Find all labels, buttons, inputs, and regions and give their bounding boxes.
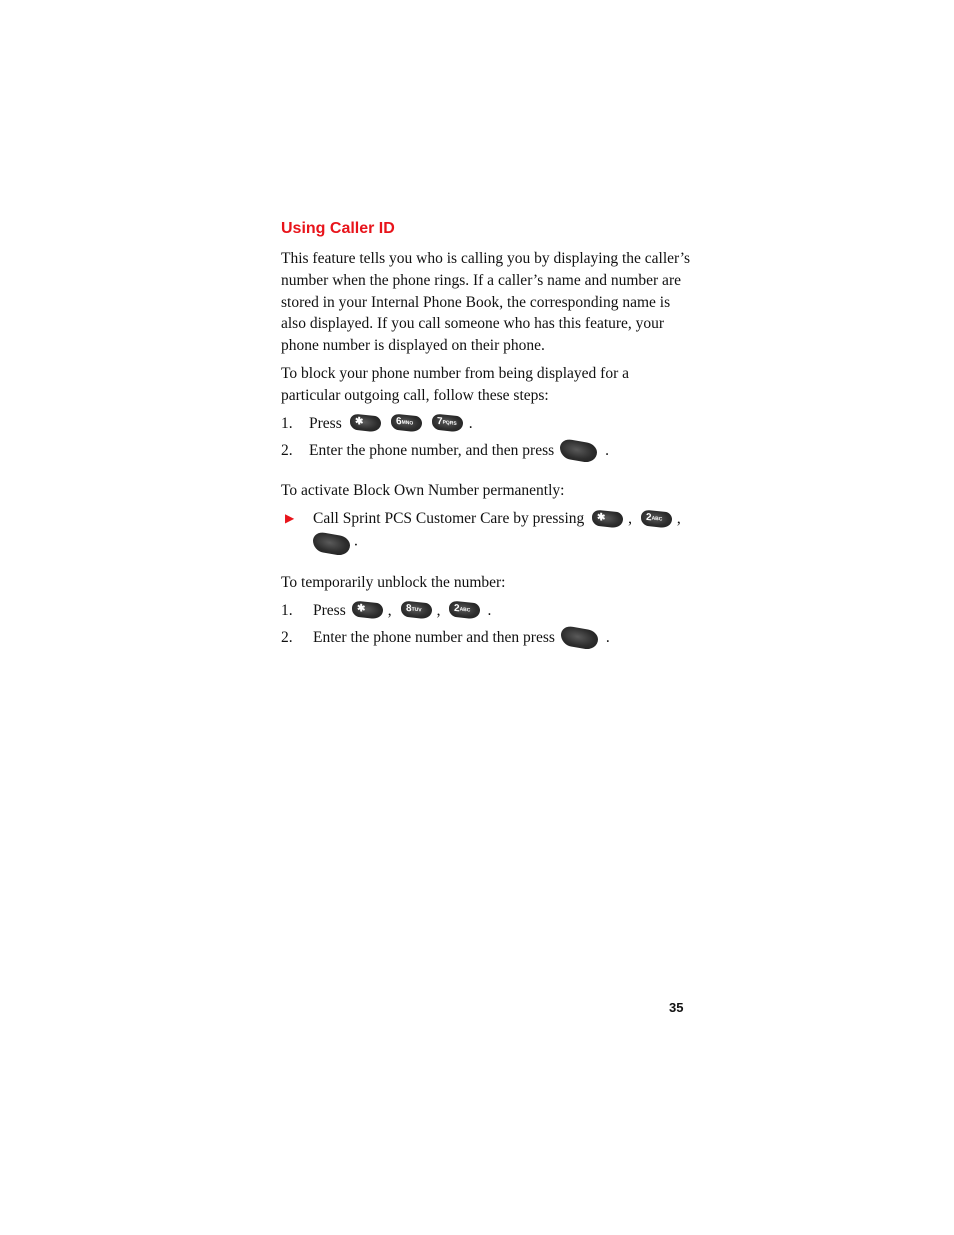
step-number: 1. (281, 414, 293, 432)
block-step-1: 1. Press ✱ 6MNO 7PQRS . (281, 413, 691, 435)
period: . (487, 601, 492, 619)
seven-key-icon: 7PQRS (431, 413, 463, 434)
section-title: Using Caller ID (281, 220, 395, 237)
two-key-icon: 2ABC (640, 509, 672, 530)
step-number: 1. (281, 601, 293, 619)
step-text: Press (309, 414, 342, 432)
talk-key-icon (560, 438, 598, 465)
period: . (605, 442, 610, 460)
talk-key-icon (560, 624, 598, 652)
step-text: Enter the phone number and then press (313, 629, 555, 647)
eight-key-icon: 8TUV (400, 600, 432, 621)
bullet-arrow-icon: ▶ (285, 510, 295, 525)
period: . (468, 414, 473, 432)
unblock-step-2: 2. Enter the phone number and then press… (281, 624, 691, 652)
step-text: Enter the phone number, and then press (309, 442, 555, 460)
star-key-icon: ✱ (351, 600, 383, 621)
step-number: 2. (281, 442, 293, 460)
page-number: 35 (669, 1000, 684, 1015)
step-text: Press (313, 601, 346, 619)
step-number: 2. (281, 629, 293, 647)
unblock-step-1: 1. Press ✱, 8TUV, 2ABC . (281, 600, 691, 622)
star-key-icon: ✱ (349, 413, 381, 434)
talk-key-icon (313, 530, 350, 558)
unblock-intro-paragraph: To temporarily unblock the number: (281, 573, 506, 591)
star-key-icon: ✱ (592, 509, 624, 530)
two-key-icon: 2ABC (449, 600, 481, 621)
period: . (605, 629, 610, 647)
document-page: Using Caller ID This feature tells you w… (281, 218, 691, 655)
intro-paragraph: This feature tells you who is calling yo… (281, 250, 691, 355)
six-key-icon: 6MNO (390, 413, 422, 434)
permanent-intro-paragraph: To activate Block Own Number permanently… (281, 482, 565, 500)
bullet-text: Call Sprint PCS Customer Care by pressin… (313, 509, 585, 527)
block-intro-paragraph: To block your phone number from being di… (281, 364, 630, 404)
block-step-2: 2. Enter the phone number, and then pres… (281, 438, 691, 465)
permanent-bullet: ▶ Call Sprint PCS Customer Care by press… (281, 508, 691, 558)
